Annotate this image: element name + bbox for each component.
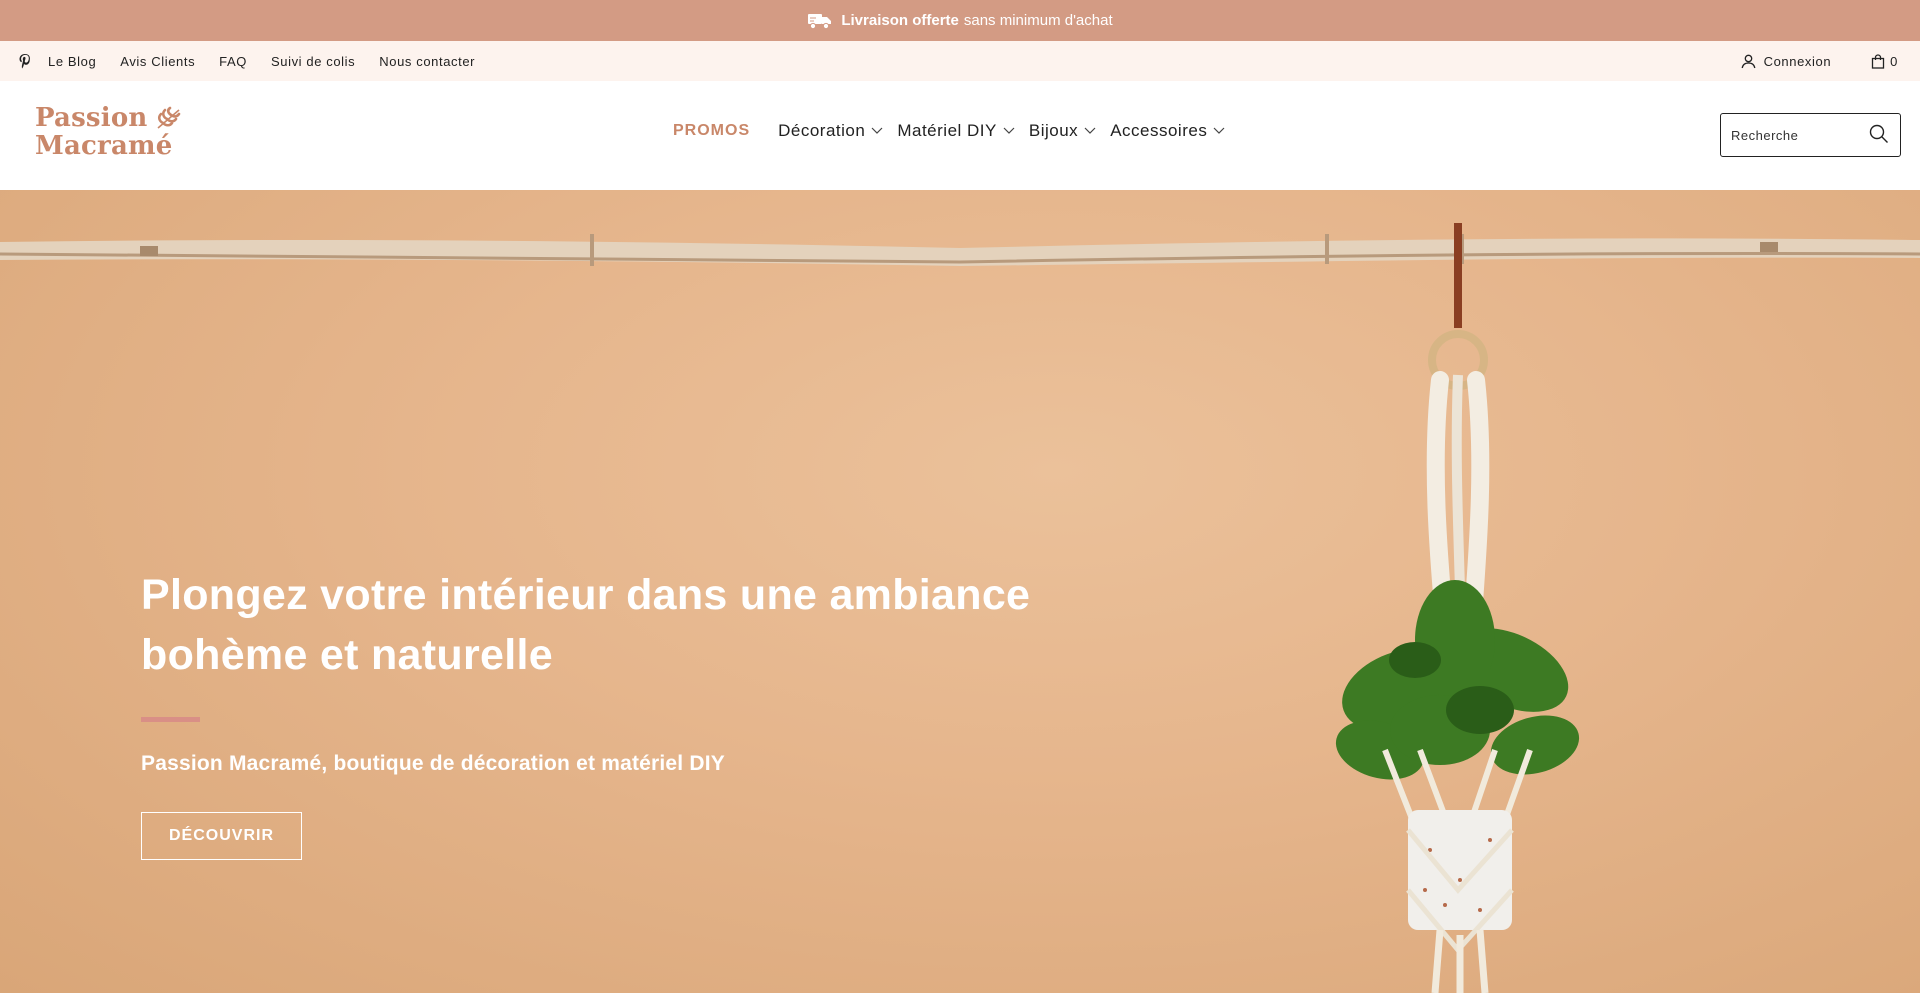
cart-link[interactable]: 0	[1871, 54, 1898, 69]
announcement-bold: Livraison offerte	[841, 12, 959, 29]
macrame-plant-hanger-image	[1335, 223, 1580, 993]
link-avis-clients[interactable]: Avis Clients	[120, 54, 195, 69]
search-icon[interactable]	[1868, 123, 1890, 145]
hero-subtitle: Passion Macramé, boutique de décoration …	[141, 752, 725, 775]
truck-icon	[808, 13, 832, 29]
link-suivi-colis[interactable]: Suivi de colis	[271, 54, 355, 69]
link-faq[interactable]: FAQ	[219, 54, 247, 69]
discover-button[interactable]: DÉCOUVRIR	[141, 812, 302, 860]
nav-accessoires[interactable]: Accessoires	[1110, 121, 1225, 141]
logo-line2: Macramé	[35, 131, 173, 161]
nav-materiel-diy[interactable]: Matériel DIY	[897, 121, 1015, 141]
nav-decoration[interactable]: Décoration	[778, 121, 883, 141]
login-link[interactable]: Connexion	[1741, 54, 1832, 69]
hero-banner: Plongez votre intérieur dans une ambianc…	[0, 190, 1920, 993]
nav-decoration-label: Décoration	[778, 121, 866, 140]
shopping-bag-icon	[1872, 53, 1885, 69]
login-label: Connexion	[1763, 53, 1832, 69]
user-icon	[1741, 54, 1756, 68]
main-header: Passion Macramé PROMOS Décoration Matéri…	[0, 81, 1920, 190]
announcement-text: sans minimum d'achat	[963, 12, 1113, 29]
nav-materiel-diy-label: Matériel DIY	[897, 121, 997, 140]
logo[interactable]: Passion Macramé	[35, 104, 195, 164]
chevron-down-icon	[871, 127, 883, 134]
nav-bijoux[interactable]: Bijoux	[1029, 121, 1096, 141]
main-nav: PROMOS Décoration Matériel DIY Bijoux Ac…	[673, 121, 1239, 141]
nav-bijoux-label: Bijoux	[1028, 121, 1079, 140]
chevron-down-icon	[1003, 127, 1015, 134]
link-blog[interactable]: Le Blog	[48, 54, 96, 69]
feather-logo-icon	[157, 106, 181, 129]
hero-title: Plongez votre intérieur dans une ambianc…	[141, 571, 1031, 679]
chevron-down-icon	[1213, 127, 1225, 134]
hero-divider	[141, 717, 200, 722]
link-contact[interactable]: Nous contacter	[379, 54, 475, 69]
pinterest-icon[interactable]	[18, 53, 32, 69]
nav-promos[interactable]: PROMOS	[673, 122, 750, 140]
wooden-branch-image	[0, 234, 1920, 266]
utility-bar: Le Blog Avis Clients FAQ Suivi de colis …	[0, 41, 1920, 81]
chevron-down-icon	[1084, 127, 1096, 134]
announcement-bar: Livraison offerte sans minimum d'achat	[0, 0, 1920, 41]
cart-count: 0	[1890, 53, 1898, 69]
search-box	[1720, 113, 1901, 157]
nav-accessoires-label: Accessoires	[1110, 121, 1208, 140]
search-input[interactable]	[1731, 127, 1861, 143]
